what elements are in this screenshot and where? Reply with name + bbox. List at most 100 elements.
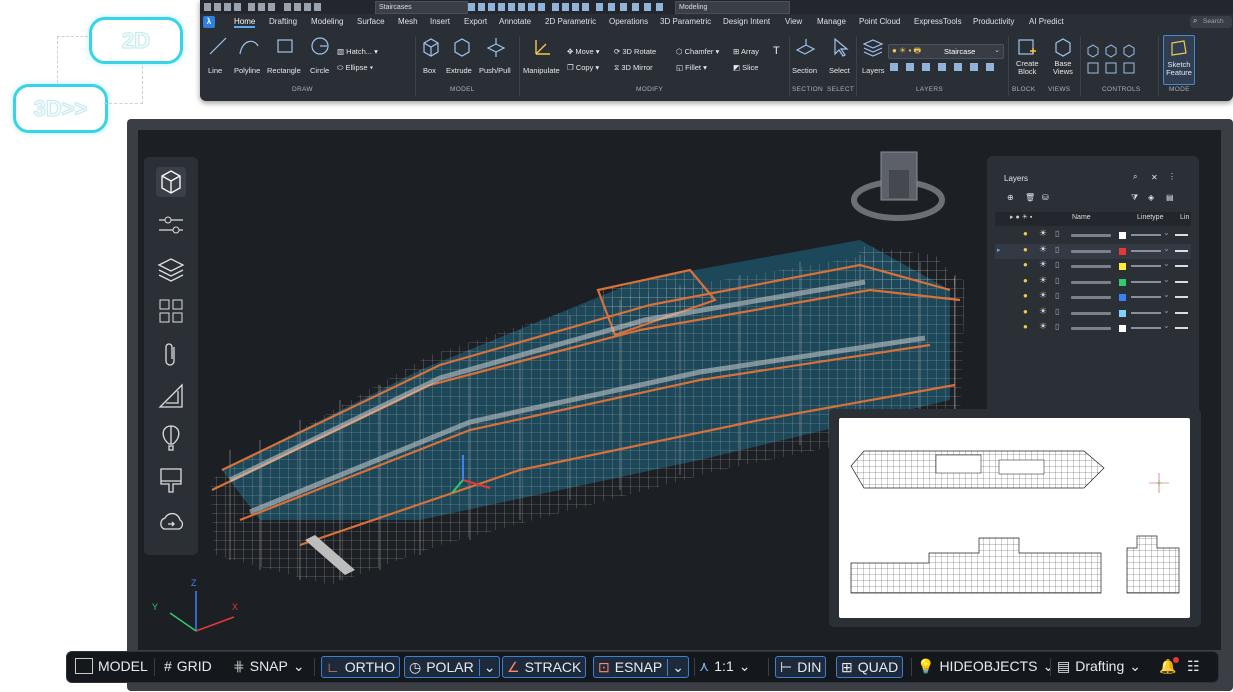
sun-icon[interactable]: ☀ <box>1039 244 1047 255</box>
array-button[interactable]: ⊞ Array <box>733 47 759 56</box>
layer-color-swatch[interactable] <box>1119 278 1126 286</box>
lock-icon[interactable]: ▯ <box>1055 322 1059 331</box>
polyline-button[interactable]: Polyline <box>234 66 260 75</box>
section-button[interactable]: Section <box>792 66 817 75</box>
tab-surface[interactable]: Surface <box>357 17 385 26</box>
name-column-header[interactable]: Name <box>1072 214 1091 221</box>
strack-toggle[interactable]: ∠ STRACK <box>502 656 587 678</box>
3d-badge[interactable]: 3D>> <box>13 84 108 133</box>
sheet-drawing[interactable] <box>839 418 1190 618</box>
filter-icon[interactable]: ⧩ <box>1131 193 1138 203</box>
properties-sliders-icon[interactable] <box>156 210 186 240</box>
current-layer-select[interactable]: ● ☀ ▪ 🖶 Staircase ⌄ <box>888 44 1004 59</box>
text-tool-icon[interactable]: T <box>773 45 780 57</box>
polar-toggle[interactable]: ◷ POLAR ⌄ <box>404 656 501 678</box>
slice-button[interactable]: ◩ Slice <box>733 63 758 72</box>
sun-icon[interactable]: ☀ <box>1039 275 1047 286</box>
lineweight-bar[interactable] <box>1175 280 1188 283</box>
3d-rotate-button[interactable]: ⟳ 3D Rotate <box>614 47 656 56</box>
create-block-button[interactable]: Create Block <box>1016 60 1039 76</box>
hatch-button[interactable]: ▧ Hatch... ▾ <box>337 47 378 56</box>
sun-icon[interactable]: ☀ <box>1039 259 1047 270</box>
lock-icon[interactable]: ▯ <box>1055 260 1059 269</box>
attachment-paperclip-icon[interactable] <box>156 339 186 369</box>
lineweight-bar[interactable] <box>1175 311 1188 314</box>
quad-toggle[interactable]: ⊞ QUAD <box>836 656 904 678</box>
lineweight-bar[interactable] <box>1175 296 1188 298</box>
layer-color-swatch[interactable] <box>1119 309 1126 317</box>
lineweight-bar[interactable] <box>1175 265 1188 267</box>
close-icon[interactable]: ✕ <box>1151 173 1158 182</box>
circle-button[interactable]: Circle <box>310 66 329 75</box>
box-button[interactable]: Box <box>423 66 436 75</box>
linetype-bar[interactable] <box>1131 296 1161 298</box>
layer-states-icon[interactable]: ◈ <box>1148 193 1154 202</box>
line-button[interactable]: Line <box>208 66 222 75</box>
linetype-bar[interactable] <box>1131 265 1161 267</box>
chevron-down-icon[interactable]: ⌄ <box>478 658 495 676</box>
layer-color-swatch[interactable] <box>1119 263 1126 270</box>
bulb-icon[interactable]: ● <box>1023 307 1028 316</box>
search-icon[interactable]: ⌕ <box>1133 172 1137 182</box>
din-toggle[interactable]: ⊢ DIN <box>775 656 827 678</box>
layer-row[interactable]: ▸ ● ☀ ▯ ⌄ <box>995 243 1191 259</box>
workspace-switcher[interactable]: ▤ Drafting ⌄ <box>1057 656 1141 676</box>
set-current-icon[interactable]: ⛁ <box>1042 193 1049 202</box>
pushpull-button[interactable]: Push/Pull <box>479 66 511 75</box>
quick-access-icons[interactable] <box>204 2 324 12</box>
tab-productivity[interactable]: Productivity <box>973 17 1014 26</box>
tab-ai-predict[interactable]: AI Predict <box>1029 17 1064 26</box>
bulb-icon[interactable]: ● <box>1023 260 1028 269</box>
chevron-down-icon[interactable]: ⌄ <box>667 658 684 676</box>
sun-icon[interactable]: ☀ <box>1039 290 1047 301</box>
copy-button[interactable]: ❐ Copy ▾ <box>567 63 599 72</box>
lineweight-bar[interactable] <box>1175 249 1188 252</box>
app-logo-icon[interactable]: λ <box>203 16 215 28</box>
snap-toggle[interactable]: ⋕ SNAP ⌄ <box>233 656 305 676</box>
tab-3d-parametric[interactable]: 3D Parametric <box>660 17 711 26</box>
layer-color-swatch[interactable] <box>1119 247 1126 255</box>
3d-model-icon[interactable] <box>156 167 186 197</box>
balloon-icon[interactable] <box>156 423 186 453</box>
bulb-icon[interactable]: ● <box>1023 276 1028 285</box>
linetype-bar[interactable] <box>1131 234 1161 236</box>
tab-expresstools[interactable]: ExpressTools <box>914 17 962 26</box>
layers-stack-icon[interactable] <box>156 253 186 283</box>
layer-select[interactable]: Staircases <box>375 1 468 14</box>
customize-settings-icon[interactable]: ☷ <box>1187 656 1200 676</box>
more-options-icon[interactable]: ⋮ <box>1168 172 1176 181</box>
bulb-icon[interactable]: ● <box>1023 245 1028 254</box>
bulb-icon[interactable]: ● <box>1023 291 1028 300</box>
layer-row[interactable]: ● ☀ ▯ ⌄ <box>995 259 1191 274</box>
tab-operations[interactable]: Operations <box>609 17 648 26</box>
delete-layer-icon[interactable]: 🗑 <box>1025 193 1035 202</box>
layers-button[interactable]: Layers <box>862 66 885 75</box>
layer-color-swatch[interactable] <box>1119 325 1126 332</box>
chamfer-button[interactable]: ⬡ Chamfer ▾ <box>676 47 719 56</box>
esnap-toggle[interactable]: ⊡ ESNAP ⌄ <box>593 656 689 678</box>
lock-icon[interactable]: ▯ <box>1055 291 1059 300</box>
annotation-scale[interactable]: ⋏ 1:1 ⌄ <box>699 656 750 676</box>
layer-row[interactable]: ● ☀ ▯ ⌄ <box>995 306 1191 321</box>
move-button[interactable]: ✥ Move ▾ <box>567 47 600 56</box>
linetype-column-header[interactable]: Linetype <box>1137 214 1163 221</box>
grid-panels-icon[interactable] <box>156 296 186 326</box>
chevron-down-icon[interactable]: ⌄ <box>293 658 305 675</box>
tab-mesh[interactable]: Mesh <box>398 17 418 26</box>
lock-icon[interactable]: ▯ <box>1055 229 1059 238</box>
quick-access-icons-2[interactable] <box>468 2 668 12</box>
tab-drafting[interactable]: Drafting <box>269 17 297 26</box>
tab-annotate[interactable]: Annotate <box>499 17 531 26</box>
model-space-button[interactable]: MODEL <box>75 656 148 676</box>
extrude-button[interactable]: Extrude <box>446 66 472 75</box>
layer-row[interactable]: ● ☀ ▯ ⌄ <box>995 275 1191 290</box>
new-layer-icon[interactable]: ⊕ <box>1007 193 1014 202</box>
linetype-bar[interactable] <box>1131 327 1161 329</box>
2d-badge[interactable]: 2D <box>89 17 183 64</box>
fillet-button[interactable]: ◱ Fillet ▾ <box>676 63 707 72</box>
view-cube-icon[interactable] <box>848 145 948 235</box>
cloud-sync-icon[interactable] <box>156 507 186 537</box>
bulb-icon[interactable]: ● <box>1023 322 1028 331</box>
select-button[interactable]: Select <box>829 66 850 75</box>
tab-modeling[interactable]: Modeling <box>311 17 343 26</box>
